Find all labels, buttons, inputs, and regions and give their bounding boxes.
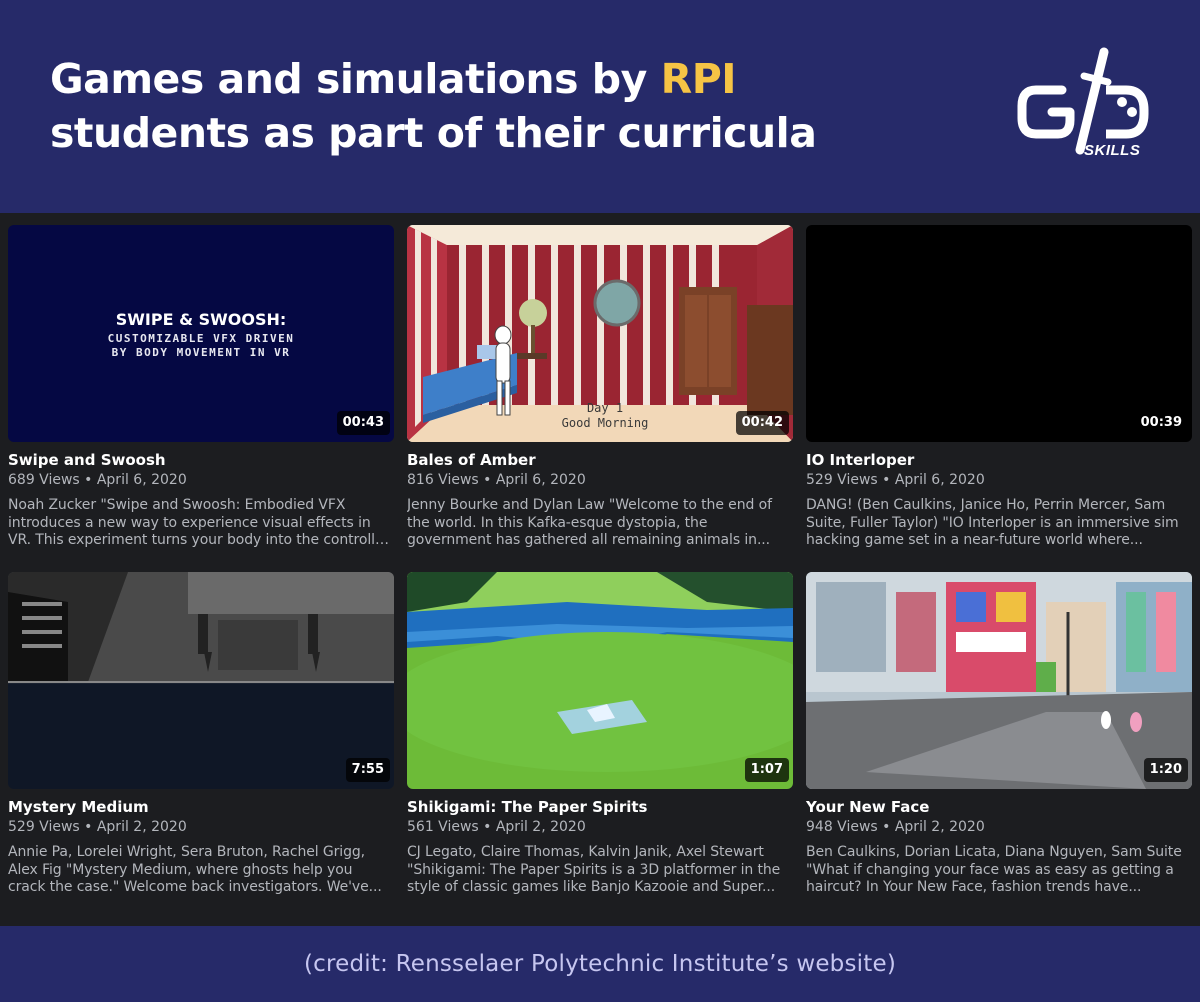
video-thumbnail[interactable]: 1:20 bbox=[806, 572, 1192, 789]
video-meta: 529 Views • April 6, 2020 bbox=[806, 472, 985, 488]
video-title[interactable]: Shikigami: The Paper Spirits bbox=[407, 797, 793, 817]
logo-skills-text: SKILLS bbox=[1084, 142, 1141, 159]
headline-accent: RPI bbox=[660, 55, 737, 103]
video-meta: 816 Views • April 6, 2020 bbox=[407, 472, 586, 488]
thumb-subtitle-text: BY BODY MOVEMENT IN VR bbox=[112, 346, 291, 359]
page-title: Games and simulations by RPI students as … bbox=[50, 52, 930, 160]
video-description: CJ Legato, Claire Thomas, Kalvin Janik, … bbox=[407, 844, 781, 895]
thumbnail-image: Day 1 Good Morning bbox=[407, 225, 793, 442]
video-thumbnail[interactable]: 00:39 bbox=[806, 225, 1192, 442]
video-meta: 948 Views • April 2, 2020 bbox=[806, 819, 985, 835]
video-thumbnail[interactable]: 1:07 bbox=[407, 572, 793, 789]
video-card[interactable]: Day 1 Good Morning 00:42 Bales of Amber … bbox=[407, 225, 793, 550]
duration-badge: 00:39 bbox=[1134, 411, 1188, 435]
thumbnail-image bbox=[407, 572, 793, 789]
thumbnail-image bbox=[8, 572, 394, 789]
video-thumbnail[interactable]: 7:55 bbox=[8, 572, 394, 789]
thumb-title-text: SWIPE & SWOOSH: bbox=[116, 310, 287, 329]
video-meta: 529 Views • April 2, 2020 bbox=[8, 819, 187, 835]
video-description: Noah Zucker "Swipe and Swoosh: Embodied … bbox=[8, 497, 390, 550]
video-title[interactable]: Bales of Amber bbox=[407, 450, 793, 470]
video-description: Jenny Bourke and Dylan Law "Welcome to t… bbox=[407, 497, 772, 548]
video-title[interactable]: Your New Face bbox=[806, 797, 1192, 817]
video-title[interactable]: Swipe and Swoosh bbox=[8, 450, 394, 470]
gd-skills-logo: SKILLS bbox=[1014, 42, 1154, 162]
video-meta: 561 Views • April 2, 2020 bbox=[407, 819, 586, 835]
thumb-caption-text: Day 1 bbox=[587, 401, 623, 415]
video-card[interactable]: SWIPE & SWOOSH: CUSTOMIZABLE VFX DRIVEN … bbox=[8, 225, 394, 550]
video-description: Ben Caulkins, Dorian Licata, Diana Nguye… bbox=[806, 844, 1182, 895]
video-description: DANG! (Ben Caulkins, Janice Ho, Perrin M… bbox=[806, 497, 1179, 548]
thumbnail-image bbox=[806, 572, 1192, 789]
duration-badge: 00:42 bbox=[735, 411, 789, 435]
video-title[interactable]: IO Interloper bbox=[806, 450, 1192, 470]
thumbnail-image: SWIPE & SWOOSH: CUSTOMIZABLE VFX DRIVEN … bbox=[8, 225, 394, 442]
duration-badge: 1:07 bbox=[744, 758, 789, 782]
video-card[interactable]: 1:20 Your New Face 948 Views • April 2, … bbox=[806, 572, 1192, 897]
video-description: Annie Pa, Lorelei Wright, Sera Bruton, R… bbox=[8, 844, 382, 895]
video-title[interactable]: Mystery Medium bbox=[8, 797, 394, 817]
video-card[interactable]: 00:39 IO Interloper 529 Views • April 6,… bbox=[806, 225, 1192, 550]
duration-badge: 7:55 bbox=[345, 758, 390, 782]
header-banner: Games and simulations by RPI students as … bbox=[0, 0, 1200, 213]
headline-part2: students as part of their curricula bbox=[50, 109, 817, 157]
credit-text: (credit: Rensselaer Polytechnic Institut… bbox=[303, 951, 896, 977]
video-grid: SWIPE & SWOOSH: CUSTOMIZABLE VFX DRIVEN … bbox=[0, 213, 1200, 926]
video-thumbnail[interactable]: SWIPE & SWOOSH: CUSTOMIZABLE VFX DRIVEN … bbox=[8, 225, 394, 442]
duration-badge: 1:20 bbox=[1143, 758, 1188, 782]
headline-part1: Games and simulations by bbox=[50, 55, 661, 103]
video-meta: 689 Views • April 6, 2020 bbox=[8, 472, 187, 488]
video-card[interactable]: 1:07 Shikigami: The Paper Spirits 561 Vi… bbox=[407, 572, 793, 897]
thumb-caption-text: Good Morning bbox=[562, 416, 649, 430]
video-thumbnail[interactable]: Day 1 Good Morning 00:42 bbox=[407, 225, 793, 442]
footer-banner: (credit: Rensselaer Polytechnic Institut… bbox=[0, 926, 1200, 1002]
video-card[interactable]: 7:55 Mystery Medium 529 Views • April 2,… bbox=[8, 572, 394, 897]
thumb-subtitle-text: CUSTOMIZABLE VFX DRIVEN bbox=[108, 332, 295, 345]
thumbnail-image bbox=[806, 225, 1192, 442]
duration-badge: 00:43 bbox=[336, 411, 390, 435]
